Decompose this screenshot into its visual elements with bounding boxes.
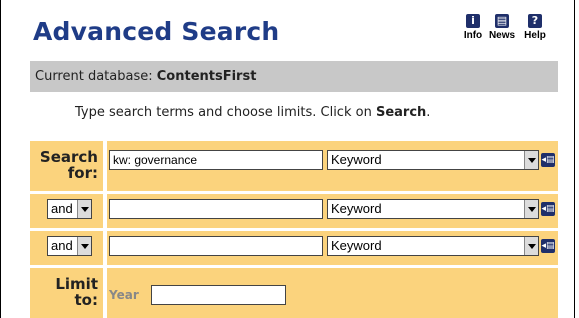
field-browse-icon-3[interactable]: ◂▤ — [541, 239, 555, 253]
search-field-select-2[interactable]: Keyword — [327, 199, 539, 219]
search-row-1: kw: governance Keyword ◂▤ — [107, 141, 558, 191]
search-field-value-3: Keyword — [331, 238, 382, 253]
limit-row: Year — [107, 268, 558, 318]
chevron-down-icon[interactable] — [77, 237, 91, 255]
chevron-down-icon[interactable] — [524, 151, 538, 169]
instructions: Type search terms and choose limits. Cli… — [75, 105, 430, 120]
page-title: Advanced Search — [33, 17, 280, 46]
search-row-2: Keyword ◂▤ — [107, 194, 558, 228]
chevron-down-icon[interactable] — [77, 200, 91, 218]
search-for-label-cell: Search for: — [30, 141, 103, 191]
operator-cell-2: and — [30, 194, 103, 228]
info-icon: i — [466, 14, 480, 28]
operator-value-2: and — [51, 201, 73, 216]
help-button[interactable]: ? Help — [518, 14, 552, 41]
instructions-text: Type search terms and choose limits. Cli… — [75, 105, 376, 120]
search-row-3: Keyword ◂▤ — [107, 231, 558, 265]
limit-to-label: Limit to: — [55, 275, 98, 309]
field-browse-icon-1[interactable]: ◂▤ — [541, 153, 555, 167]
chevron-down-icon[interactable] — [524, 200, 538, 218]
limit-to-label-cell: Limit to: — [30, 268, 103, 318]
search-term-input-1[interactable]: kw: governance — [109, 150, 323, 170]
field-browse-icon-2[interactable]: ◂▤ — [541, 202, 555, 216]
search-for-label: Search for: — [39, 148, 98, 182]
news-button[interactable]: ▤ News — [485, 14, 519, 41]
operator-cell-3: and — [30, 231, 103, 265]
search-term-input-2[interactable] — [109, 199, 323, 219]
operator-value-3: and — [51, 238, 73, 253]
search-field-select-3[interactable]: Keyword — [327, 236, 539, 256]
instructions-search-emphasis: Search — [375, 105, 427, 120]
current-database-prefix: Current database: — [35, 69, 157, 84]
search-field-value-1: Keyword — [331, 152, 382, 167]
year-label: Year — [109, 288, 139, 302]
current-database-bar: Current database: ContentsFirst — [30, 61, 558, 92]
year-input[interactable] — [151, 285, 286, 305]
current-database-name: ContentsFirst — [156, 69, 257, 84]
news-label: News — [488, 30, 516, 41]
chevron-down-icon[interactable] — [524, 237, 538, 255]
search-field-value-2: Keyword — [331, 201, 382, 216]
news-icon: ▤ — [495, 14, 509, 28]
operator-select-3[interactable]: and — [47, 236, 92, 256]
help-label: Help — [524, 30, 546, 41]
operator-select-2[interactable]: and — [47, 199, 92, 219]
search-field-select-1[interactable]: Keyword — [327, 150, 539, 170]
instructions-suffix: . — [426, 105, 431, 120]
help-icon: ? — [528, 14, 542, 28]
search-term-input-3[interactable] — [109, 236, 323, 256]
